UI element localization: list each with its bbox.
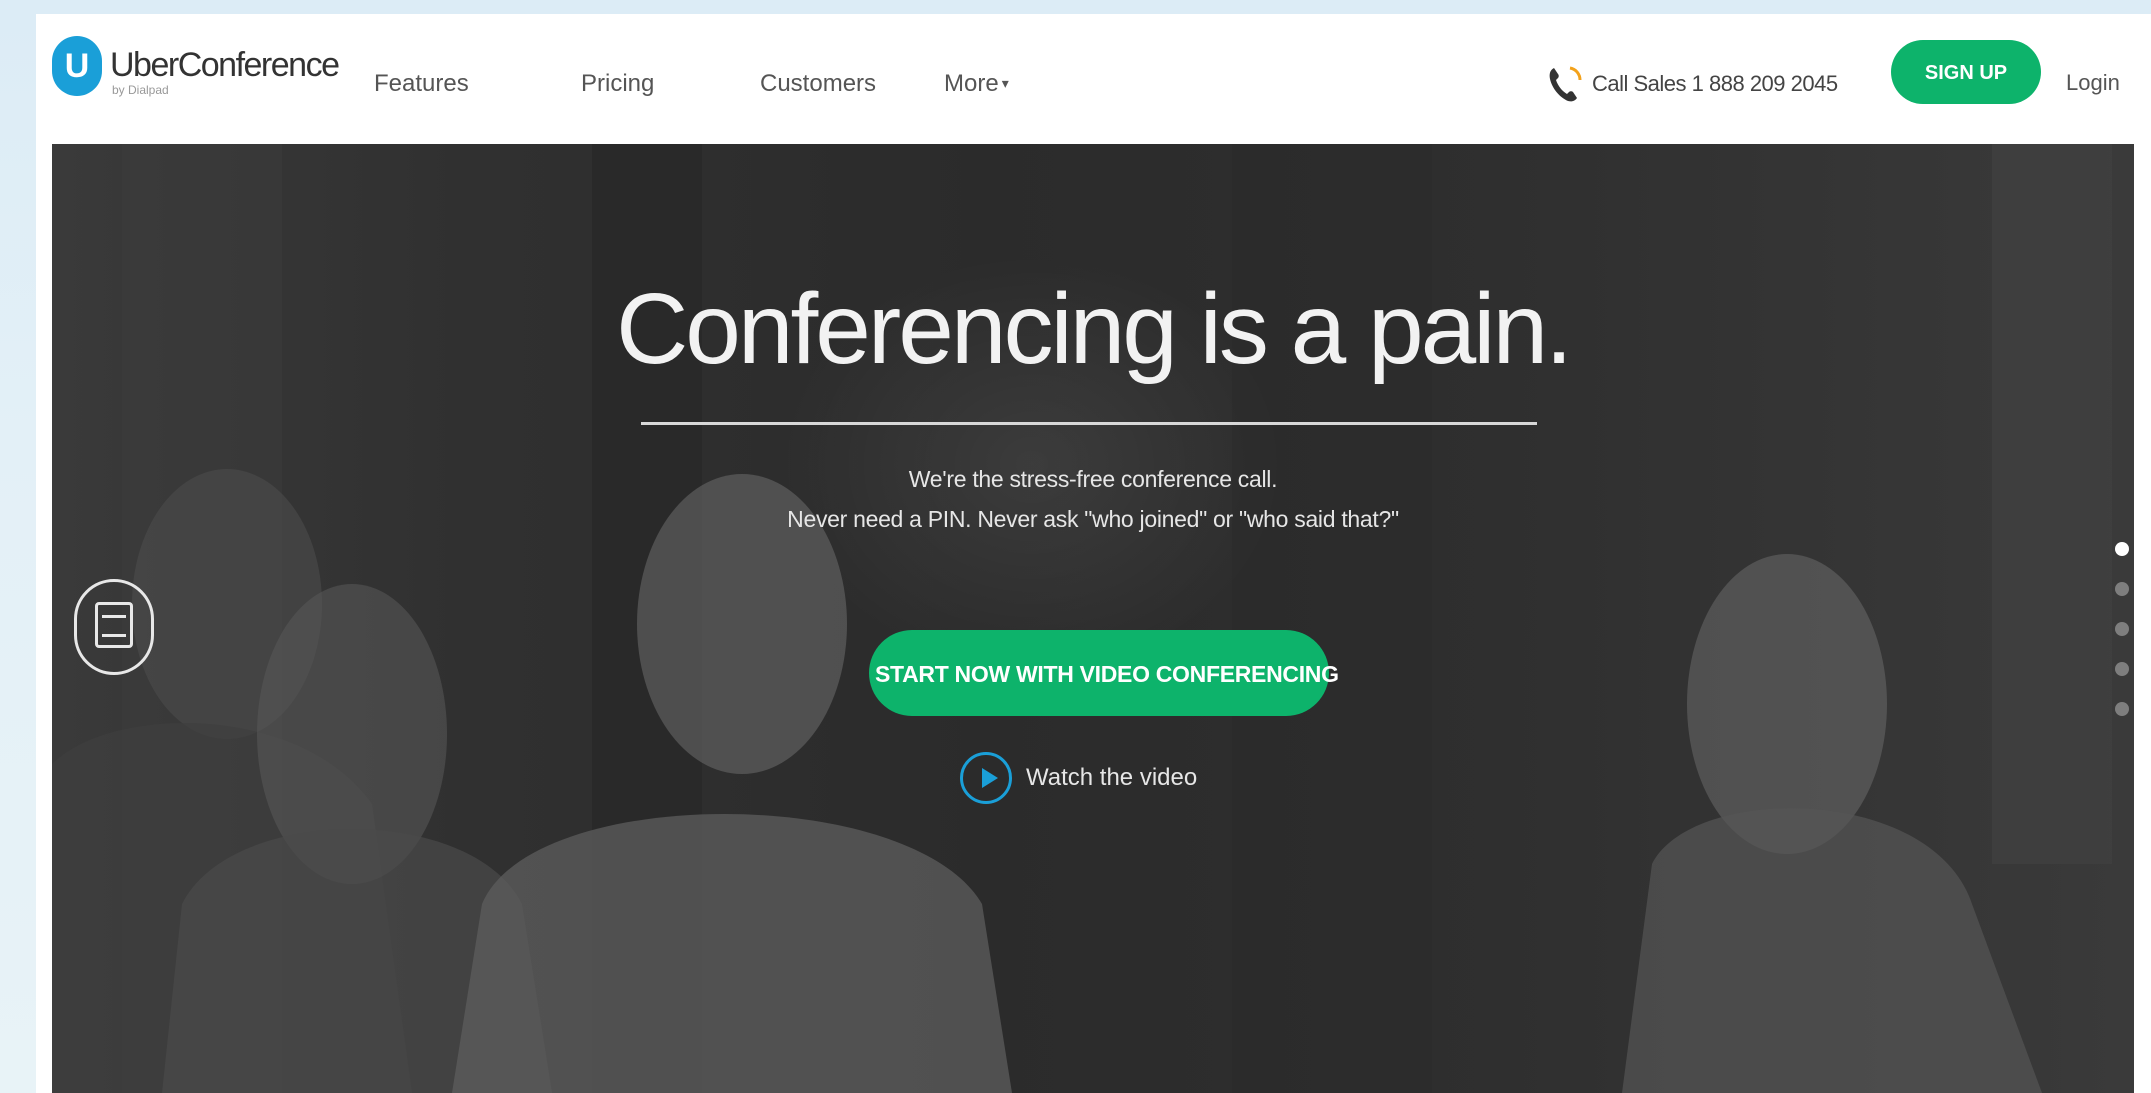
sign-up-button[interactable]: SIGN UP (1891, 40, 2041, 104)
carousel-dot-4[interactable] (2115, 662, 2129, 676)
hero-subtitle-line-1: We're the stress-free conference call. (908, 466, 1278, 492)
logo-byline: by Dialpad (112, 83, 169, 97)
carousel-dot-5[interactable] (2115, 702, 2129, 716)
carousel-dots (2115, 542, 2129, 742)
nav-features[interactable]: Features (374, 70, 469, 98)
carousel-dot-3[interactable] (2115, 622, 2129, 636)
hero-banner: Conferencing is a pain. We're the stress… (52, 144, 2134, 1093)
browser-page: U UberConference by Dialpad Features Pri… (36, 14, 2151, 1093)
play-icon (960, 752, 1012, 804)
nav-more[interactable]: More ▾ (944, 70, 1009, 98)
hero-subtitle-line-2: Never need a PIN. Never ask "who joined"… (787, 506, 1399, 532)
carousel-dot-2[interactable] (2115, 582, 2129, 596)
nav-more-label: More (944, 70, 999, 97)
side-badge-icon[interactable] (74, 579, 154, 675)
hero-divider (641, 422, 1537, 425)
hero-title: Conferencing is a pain. (616, 273, 1573, 385)
chevron-down-icon: ▾ (1001, 75, 1009, 91)
watch-video-link[interactable]: Watch the video (960, 752, 1197, 804)
login-link[interactable]: Login (2066, 70, 2120, 96)
watch-video-label: Watch the video (1026, 764, 1198, 791)
nav-pricing[interactable]: Pricing (581, 70, 654, 98)
carousel-dot-1[interactable] (2115, 542, 2129, 556)
sales-phone[interactable]: Call Sales 1 888 209 2045 (1546, 64, 1838, 104)
nav-customers[interactable]: Customers (760, 70, 876, 98)
site-header: U UberConference by Dialpad Features Pri… (36, 14, 2151, 144)
sales-phone-text: Call Sales 1 888 209 2045 (1592, 71, 1838, 96)
logo-icon: U (52, 36, 102, 96)
start-video-conferencing-button[interactable]: START NOW WITH VIDEO CONFERENCING (869, 630, 1339, 716)
logo-wordmark: UberConference (110, 46, 340, 84)
logo[interactable]: U UberConference by Dialpad (52, 36, 340, 126)
phone-icon (1549, 66, 1582, 102)
